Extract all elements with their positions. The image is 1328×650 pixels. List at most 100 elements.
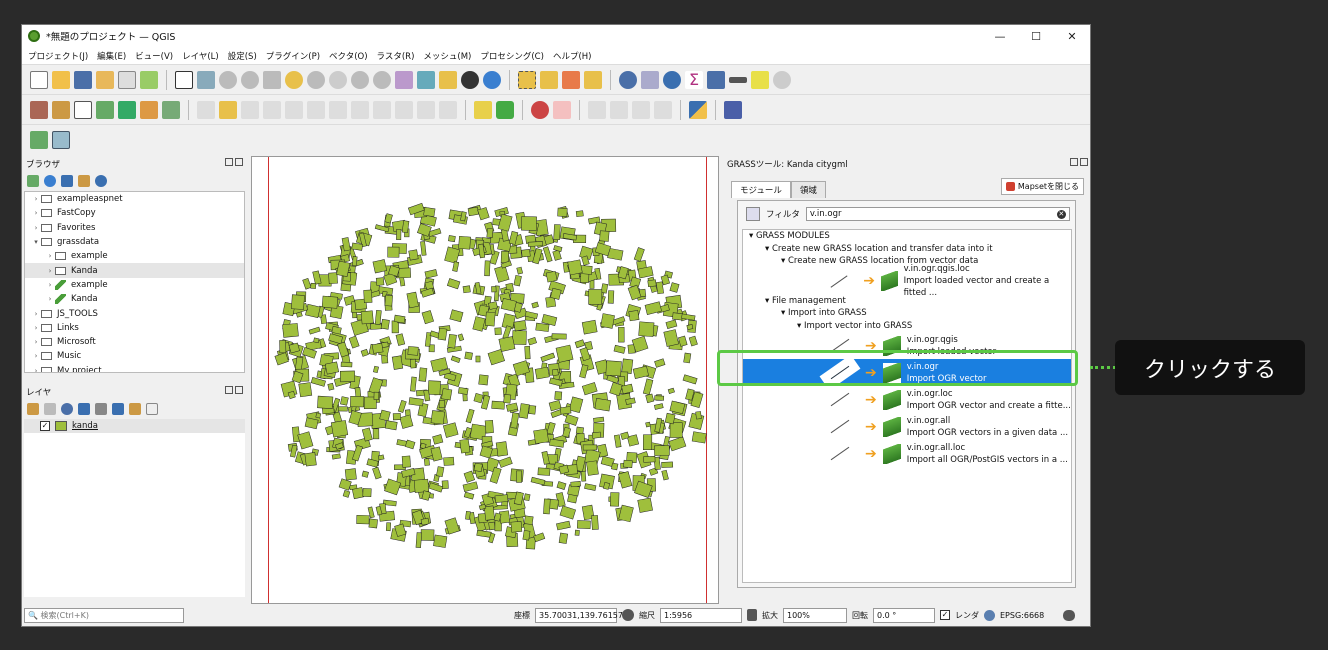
eye-icon[interactable] — [61, 403, 73, 415]
select-features-icon[interactable] — [518, 70, 536, 89]
module-group[interactable]: ▾ Import into GRASS — [743, 307, 1071, 320]
save-project-icon[interactable] — [74, 70, 92, 89]
menu-mesh[interactable]: メッシュ(M) — [423, 50, 471, 62]
layer-name[interactable]: kanda — [72, 421, 98, 431]
browser-item[interactable]: › Music — [25, 349, 244, 363]
zoom-in-icon[interactable] — [219, 70, 237, 89]
chevron-right-icon[interactable]: › — [31, 324, 41, 332]
maximize-button[interactable]: ☐ — [1018, 30, 1054, 43]
module-group[interactable]: ▾ Create new GRASS location and transfer… — [743, 243, 1071, 256]
locator-icon[interactable] — [773, 70, 791, 89]
diagram-icon[interactable] — [496, 100, 514, 119]
filter-toggle-icon[interactable] — [746, 207, 760, 221]
module-item[interactable]: ➔ v.in.ogr.qgis.loc Import loaded vector a… — [743, 264, 1071, 298]
zoom-layer-icon[interactable] — [307, 70, 325, 89]
add-vector-icon[interactable] — [52, 100, 70, 119]
browser-item[interactable]: › example — [25, 249, 244, 263]
chevron-right-icon[interactable]: › — [31, 338, 41, 346]
add-vector-v-icon[interactable] — [74, 100, 92, 119]
map-canvas[interactable] — [251, 156, 719, 604]
module-group[interactable]: ▾ GRASS MODULES — [743, 230, 1071, 243]
menu-help[interactable]: ヘルプ(H) — [553, 50, 592, 62]
refresh-icon[interactable] — [44, 175, 56, 187]
rotation-field[interactable]: 0.0 ° — [873, 607, 935, 623]
menu-project[interactable]: プロジェクト(J) — [28, 50, 88, 62]
new-3d-map-icon[interactable] — [417, 70, 435, 89]
collapse-all-icon[interactable] — [129, 403, 141, 415]
style-manager-icon[interactable] — [140, 70, 158, 89]
label-icon[interactable] — [474, 100, 492, 119]
map-tips-icon[interactable] — [751, 70, 769, 89]
grass-tools-icon[interactable] — [162, 100, 180, 119]
minimize-button[interactable]: — — [982, 30, 1018, 43]
scale-field[interactable]: 1:5956 — [660, 607, 742, 623]
layer-checkbox[interactable]: ✓ — [40, 421, 50, 432]
layer-row[interactable]: ✓ kanda — [24, 419, 245, 434]
zoom-native-icon[interactable] — [329, 70, 347, 89]
tab-region[interactable]: 領域 — [790, 181, 826, 198]
menu-settings[interactable]: 設定(S) — [228, 50, 257, 62]
menu-raster[interactable]: ラスタ(R) — [377, 50, 415, 62]
browser-item[interactable]: ▾ grassdata — [25, 235, 244, 249]
module-item[interactable]: ➔ v.in.ogr.all.loc Import all OGR/PostGIS … — [743, 440, 1071, 467]
coord-field[interactable]: 35.70031,139.76157 — [535, 607, 623, 623]
chevron-right-icon[interactable]: › — [31, 352, 41, 360]
data-source-manager-icon[interactable] — [30, 100, 48, 119]
digitize-icon[interactable] — [96, 100, 114, 119]
panel-buttons[interactable] — [1068, 158, 1088, 169]
new-map-view-icon[interactable] — [395, 70, 413, 89]
close-button[interactable]: ✕ — [1054, 30, 1090, 43]
pan-to-selection-icon[interactable] — [197, 70, 215, 89]
module-item[interactable]: ➔ v.in.ogr.loc Import OGR vector and creat… — [743, 386, 1071, 413]
statistics-icon[interactable] — [707, 70, 725, 89]
browser-item[interactable]: › Favorites — [25, 221, 244, 235]
zoom-next-icon[interactable] — [373, 70, 391, 89]
magnifier-field[interactable]: 100% — [783, 607, 847, 623]
crs-icon[interactable] — [984, 609, 995, 621]
grass-module-icon[interactable] — [140, 100, 158, 119]
zoom-last-icon[interactable] — [351, 70, 369, 89]
module-item[interactable]: ➔ v.in.ogr Import OGR vector — [743, 258, 1071, 487]
filter-input[interactable]: v.in.ogr ✕ — [805, 207, 1070, 221]
locator-search-input[interactable]: 🔍 検索(Ctrl+K) — [24, 607, 184, 623]
chevron-right-icon[interactable]: › — [45, 295, 55, 303]
chevron-right-icon[interactable]: › — [31, 224, 41, 232]
help-icon[interactable] — [724, 100, 742, 119]
filter-icon[interactable] — [61, 175, 73, 187]
add-spatialite-icon[interactable] — [118, 100, 136, 119]
measure-icon[interactable] — [729, 76, 747, 83]
time-controller-icon[interactable] — [461, 70, 479, 89]
browser-item[interactable]: › Kanda — [25, 292, 244, 306]
add-group-icon[interactable] — [44, 403, 56, 415]
panel-buttons[interactable] — [223, 386, 243, 397]
menu-plugins[interactable]: プラグイン(P) — [266, 50, 320, 62]
module-item[interactable]: ➔ v.in.ogr.all Import OGR vectors in a giv… — [743, 413, 1071, 440]
browser-item[interactable]: › Links — [25, 321, 244, 335]
layout-manager-icon[interactable] — [118, 70, 136, 89]
info-icon[interactable] — [95, 175, 107, 187]
browser-item[interactable]: › FastCopy — [25, 206, 244, 220]
grass-open-mapset-icon[interactable] — [30, 130, 48, 149]
chevron-right-icon[interactable]: › — [31, 310, 41, 318]
lock-icon[interactable] — [747, 609, 757, 621]
remove-layer-icon[interactable] — [146, 403, 158, 415]
collapse-all-icon[interactable] — [78, 175, 90, 187]
new-print-layout-icon[interactable] — [96, 70, 114, 89]
chevron-right-icon[interactable]: › — [45, 281, 55, 289]
module-group[interactable]: ▾ Import vector into GRASS — [743, 320, 1071, 333]
chevron-down-icon[interactable]: ▾ — [749, 231, 756, 241]
select-by-value-icon[interactable] — [540, 70, 558, 89]
crs-label[interactable]: EPSG:6668 — [1000, 611, 1044, 620]
chevron-down-icon[interactable]: ▾ — [797, 321, 804, 331]
chevron-right-icon[interactable]: › — [31, 195, 41, 203]
menu-layer[interactable]: レイヤ(L) — [182, 50, 219, 62]
chevron-down-icon[interactable]: ▾ — [781, 256, 788, 266]
filter-expression-icon[interactable] — [95, 403, 107, 415]
bookmark-icon[interactable] — [439, 70, 457, 89]
filter-legend-icon[interactable] — [78, 403, 90, 415]
style-icon[interactable] — [27, 403, 39, 415]
coord-toggle-icon[interactable] — [622, 609, 634, 621]
menu-processing[interactable]: プロセシング(C) — [480, 50, 544, 62]
close-mapset-button[interactable]: Mapsetを閉じる — [1000, 178, 1084, 195]
select-location-icon[interactable] — [584, 70, 602, 89]
